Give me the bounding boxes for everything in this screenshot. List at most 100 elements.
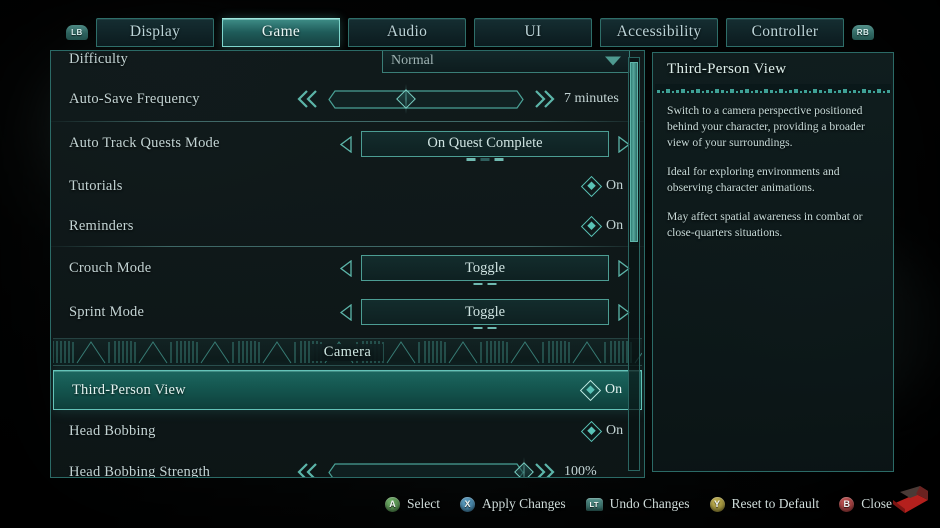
sprint-mode-value: Toggle	[464, 303, 506, 320]
right-shoulder-button-icon[interactable]: RB	[852, 24, 874, 40]
setting-label-reminders: Reminders	[69, 217, 134, 234]
setting-row-head-bobbing-strength[interactable]: Head Bobbing Strength 100%	[51, 451, 644, 477]
setting-row-head-bobbing[interactable]: Head Bobbing On	[51, 411, 644, 451]
setting-row-third-person-view[interactable]: Third-Person View On	[53, 370, 642, 410]
info-panel-divider	[655, 84, 891, 93]
setting-label-auto-track-quests-mode: Auto Track Quests Mode	[69, 135, 220, 151]
setting-control-sprint-mode[interactable]: Toggle	[340, 299, 630, 329]
category-tab-bar: LB Display Game Audio UI Accessibility C…	[0, 16, 940, 48]
third-person-view-value: On	[605, 382, 623, 397]
stepper-dot	[466, 158, 476, 161]
setting-row-tutorials[interactable]: Tutorials On	[51, 166, 644, 206]
settings-rows-viewport: Difficulty Normal Auto-Save Frequency 7 …	[51, 51, 644, 477]
info-paragraph: Ideal for exploring environments and obs…	[667, 164, 840, 194]
setting-row-sprint-mode[interactable]: Sprint Mode Toggle	[51, 290, 644, 334]
slider-decrease-icon[interactable]	[296, 89, 320, 109]
tab-display[interactable]: Display	[96, 17, 214, 47]
prompt-reset-to-default[interactable]: Y Reset to Default	[709, 496, 819, 512]
setting-control-crouch-mode[interactable]: Toggle	[340, 255, 630, 285]
auto-track-quests-mode-value-box[interactable]: On Quest Complete	[361, 130, 609, 161]
head-bobbing-strength-slider[interactable]	[328, 462, 534, 477]
chevron-down-icon	[605, 56, 621, 66]
auto-save-frequency-value: 7 minutes	[564, 91, 619, 106]
setting-control-third-person-view[interactable]: On	[579, 379, 629, 401]
stepper-previous-icon[interactable]	[340, 135, 353, 153]
prompt-close[interactable]: B Close	[839, 496, 892, 512]
info-panel-title: Third-Person View	[667, 61, 787, 77]
setting-control-head-bobbing[interactable]: On	[580, 420, 630, 442]
setting-label-crouch-mode: Crouch Mode	[69, 259, 152, 276]
stepper-dot	[487, 282, 497, 285]
stepper-previous-icon[interactable]	[340, 304, 353, 321]
info-paragraph: Switch to a camera perspective positione…	[667, 104, 865, 149]
slider-increase-icon[interactable]	[532, 462, 556, 477]
stepper-dot	[480, 158, 490, 161]
button-a-icon: A	[385, 496, 400, 512]
tab-accessibility[interactable]: Accessibility	[600, 17, 718, 47]
difficulty-dropdown-value: Normal	[391, 53, 434, 68]
settings-list-panel: Difficulty Normal Auto-Save Frequency 7 …	[50, 50, 645, 478]
trigger-lt-icon: LT	[585, 497, 603, 511]
sprint-mode-value-box[interactable]: Toggle	[361, 299, 609, 329]
prompt-label-undo-changes: Undo Changes	[609, 496, 690, 511]
difficulty-dropdown[interactable]: Normal	[382, 51, 630, 73]
setting-label-third-person-view: Third-Person View	[72, 381, 186, 398]
crouch-mode-value-box[interactable]: Toggle	[361, 255, 609, 285]
setting-row-crouch-mode[interactable]: Crouch Mode Toggle	[51, 246, 644, 290]
tutorials-value: On	[606, 178, 624, 193]
tab-game[interactable]: Game	[222, 17, 340, 47]
section-header-camera: Camera	[53, 338, 642, 366]
toggle-diamond-icon[interactable]	[580, 215, 603, 237]
info-panel-body: Switch to a camera perspective positione…	[653, 93, 893, 241]
stepper-dot	[473, 282, 483, 285]
setting-row-auto-track-quests-mode[interactable]: Auto Track Quests Mode On Quest Complete	[51, 121, 644, 166]
slider-increase-icon[interactable]	[532, 89, 556, 109]
stepper-previous-icon[interactable]	[340, 260, 353, 277]
prompt-select[interactable]: A Select	[385, 496, 440, 512]
setting-control-head-bobbing-strength[interactable]: 100%	[296, 462, 630, 477]
info-panel: Third-Person View Switch to a camera per…	[652, 52, 894, 472]
settings-scrollbar-thumb[interactable]	[630, 62, 638, 242]
tab-controller[interactable]: Controller	[726, 17, 844, 47]
prompt-label-apply-changes: Apply Changes	[482, 496, 566, 511]
head-bobbing-strength-value: 100%	[564, 464, 597, 477]
section-label-camera: Camera	[311, 343, 384, 361]
setting-label-difficulty: Difficulty	[69, 51, 128, 67]
stepper-page-dots	[473, 282, 497, 285]
auto-track-quests-mode-value: On Quest Complete	[427, 135, 543, 151]
stepper-dot	[473, 326, 483, 329]
settings-scrollbar[interactable]	[628, 57, 640, 471]
left-shoulder-button-icon[interactable]: LB	[66, 24, 88, 40]
crouch-mode-value: Toggle	[464, 259, 506, 276]
setting-control-auto-save-frequency[interactable]: 7 minutes	[296, 89, 630, 109]
stepper-page-dots	[473, 326, 497, 329]
game-settings-screen: LB Display Game Audio UI Accessibility C…	[0, 0, 940, 528]
setting-control-reminders[interactable]: On	[580, 215, 630, 237]
prompt-label-close: Close	[861, 496, 892, 511]
setting-row-auto-save-frequency[interactable]: Auto-Save Frequency 7 minutes	[51, 77, 644, 121]
setting-row-reminders[interactable]: Reminders On	[51, 206, 644, 246]
setting-label-sprint-mode: Sprint Mode	[69, 303, 145, 320]
tab-audio[interactable]: Audio	[348, 17, 466, 47]
stepper-dot	[487, 326, 497, 329]
stepper-page-dots	[466, 158, 504, 161]
setting-control-auto-track-quests-mode[interactable]: On Quest Complete	[340, 130, 630, 161]
reminders-value: On	[606, 218, 624, 233]
toggle-diamond-icon[interactable]	[580, 175, 603, 197]
setting-control-tutorials[interactable]: On	[580, 175, 630, 197]
auto-save-frequency-slider[interactable]	[328, 89, 524, 109]
setting-control-difficulty[interactable]: Normal	[382, 51, 630, 73]
setting-row-difficulty[interactable]: Difficulty Normal	[51, 51, 644, 77]
prompt-apply-changes[interactable]: X Apply Changes	[460, 496, 566, 512]
setting-label-head-bobbing-strength: Head Bobbing Strength	[69, 463, 211, 478]
slider-decrease-icon[interactable]	[296, 462, 320, 477]
toggle-diamond-icon[interactable]	[579, 379, 602, 401]
setting-label-head-bobbing: Head Bobbing	[69, 422, 156, 439]
button-prompt-bar: A Select X Apply Changes LT Undo Changes…	[0, 496, 940, 512]
button-b-icon: B	[839, 496, 855, 512]
prompt-undo-changes[interactable]: LT Undo Changes	[585, 496, 690, 512]
button-x-icon: X	[460, 496, 475, 512]
setting-label-tutorials: Tutorials	[69, 177, 123, 194]
tab-ui[interactable]: UI	[474, 17, 592, 47]
toggle-diamond-icon[interactable]	[580, 420, 603, 442]
